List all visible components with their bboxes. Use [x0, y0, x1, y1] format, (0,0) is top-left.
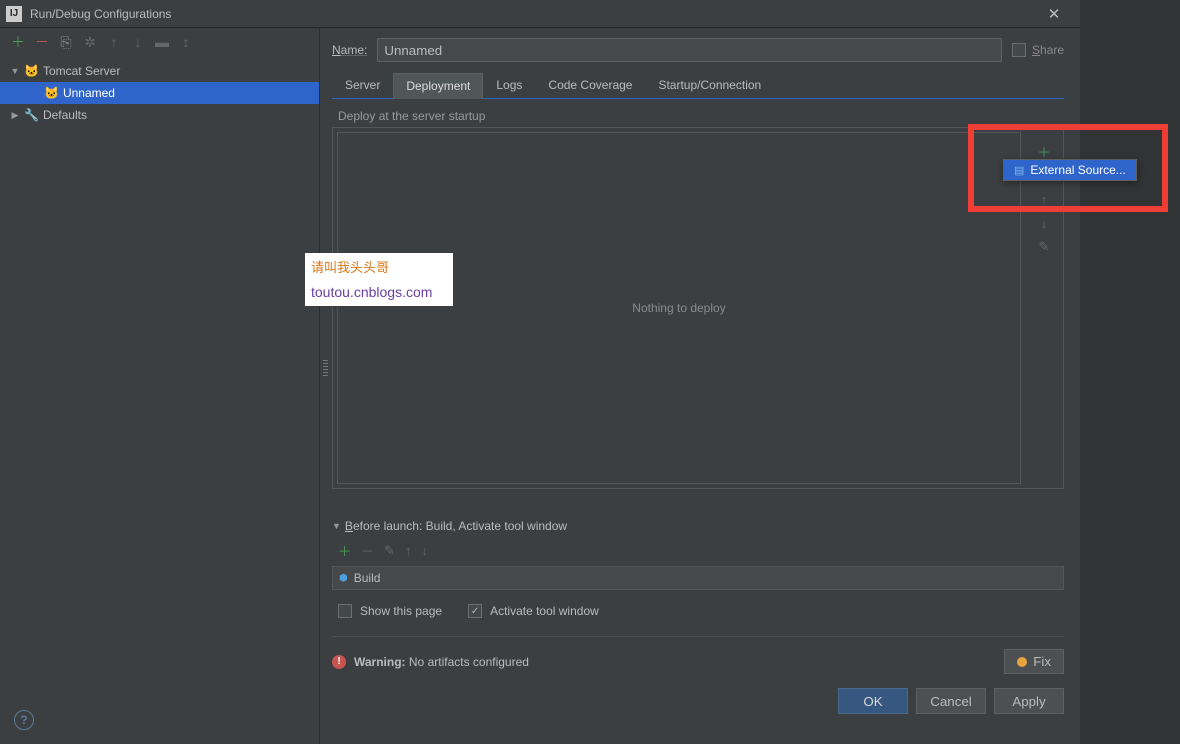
tree-label: Tomcat Server — [43, 64, 120, 78]
watermark-line2: toutou.cnblogs.com — [311, 284, 447, 300]
config-tree: ▼ 🐱 Tomcat Server 🐱 Unnamed ▶ 🔧 Defaults — [0, 56, 319, 126]
app-icon: IJ — [6, 6, 22, 22]
build-icon: ⬢ — [339, 573, 348, 584]
dialog-buttons: OK Cancel Apply — [332, 688, 1064, 714]
add-deployment-popup: ▤ External Source... — [1003, 159, 1137, 181]
bl-remove-icon[interactable]: － — [361, 541, 374, 560]
folder-icon[interactable]: ▬ — [154, 34, 170, 50]
show-page-label: Show this page — [360, 604, 442, 618]
fix-button[interactable]: Fix — [1004, 649, 1064, 674]
tab-code-coverage[interactable]: Code Coverage — [535, 72, 645, 98]
close-button[interactable]: ✕ — [1034, 0, 1074, 28]
splitter-handle[interactable] — [323, 360, 328, 376]
before-launch-header[interactable]: ▼ Before launch: Build, Activate tool wi… — [332, 519, 1064, 533]
tree-label: Defaults — [43, 108, 87, 122]
bulb-icon — [1017, 657, 1027, 667]
cancel-button[interactable]: Cancel — [916, 688, 986, 714]
deploy-down-icon[interactable]: ↓ — [1035, 214, 1053, 232]
deploy-list: Nothing to deploy — [337, 132, 1021, 484]
bl-add-icon[interactable]: ＋ — [338, 541, 351, 560]
bl-up-icon[interactable]: ↑ — [405, 543, 412, 558]
titlebar: IJ Run/Debug Configurations ✕ — [0, 0, 1080, 28]
add-icon[interactable]: ＋ — [10, 34, 26, 50]
bl-item-label: Build — [354, 571, 381, 585]
show-page-checkbox[interactable] — [338, 604, 352, 618]
name-label: Name: — [332, 43, 367, 57]
deploy-empty-label: Nothing to deploy — [632, 301, 725, 315]
up-icon[interactable]: ↑ — [106, 34, 122, 50]
before-launch-section: ▼ Before launch: Build, Activate tool wi… — [332, 519, 1064, 618]
expand-arrow-icon: ▼ — [10, 66, 20, 76]
tomcat-icon: 🐱 — [24, 64, 39, 78]
bl-down-icon[interactable]: ↓ — [421, 543, 428, 558]
copy-icon[interactable]: ⎘ — [58, 34, 74, 50]
deploy-edit-icon[interactable]: ✎ — [1035, 238, 1053, 256]
deploy-area: Nothing to deploy ＋ － ↑ ↓ ✎ — [332, 127, 1064, 489]
bl-edit-icon[interactable]: ✎ — [384, 543, 395, 559]
warning-row: ! Warning: No artifacts configured Fix — [332, 636, 1064, 674]
settings-icon[interactable]: ✲ — [82, 34, 98, 50]
deploy-section-label: Deploy at the server startup — [338, 109, 1064, 123]
collapse-arrow-icon: ▼ — [332, 521, 341, 531]
tab-deployment[interactable]: Deployment — [393, 73, 483, 99]
before-launch-list[interactable]: ⬢ Build — [332, 566, 1064, 590]
help-button[interactable]: ? — [14, 710, 34, 730]
tab-server[interactable]: Server — [332, 72, 393, 98]
run-debug-dialog: IJ Run/Debug Configurations ✕ ＋ － ⎘ ✲ ↑ … — [0, 0, 1080, 744]
activate-checkbox[interactable]: ✓ — [468, 604, 482, 618]
name-input[interactable] — [377, 38, 1002, 62]
tree-label: Unnamed — [63, 86, 115, 100]
warning-icon: ! — [332, 655, 346, 669]
sort-icon[interactable]: ↕ — [178, 34, 194, 50]
tomcat-icon: 🐱 — [44, 86, 59, 100]
deploy-toolbar: ＋ － ↑ ↓ ✎ — [1029, 132, 1059, 484]
tree-tomcat-server[interactable]: ▼ 🐱 Tomcat Server — [0, 60, 319, 82]
archive-icon: ▤ — [1014, 164, 1024, 177]
remove-icon[interactable]: － — [34, 34, 50, 50]
tab-startup-connection[interactable]: Startup/Connection — [645, 72, 774, 98]
sidebar: ＋ － ⎘ ✲ ↑ ↓ ▬ ↕ ▼ 🐱 Tomcat Server 🐱 Unna… — [0, 28, 320, 744]
down-icon[interactable]: ↓ — [130, 34, 146, 50]
tree-defaults[interactable]: ▶ 🔧 Defaults — [0, 104, 319, 126]
watermark-line1: 请叫我头头哥 — [311, 257, 447, 276]
share-checkbox[interactable] — [1012, 43, 1026, 57]
tree-unnamed[interactable]: 🐱 Unnamed — [0, 82, 319, 104]
activate-label: Activate tool window — [490, 604, 599, 618]
tab-bar: Server Deployment Logs Code Coverage Sta… — [332, 72, 1064, 99]
ok-button[interactable]: OK — [838, 688, 908, 714]
share-label: Share — [1032, 43, 1064, 57]
window-title: Run/Debug Configurations — [30, 7, 1034, 21]
watermark: 请叫我头头哥 toutou.cnblogs.com — [305, 253, 453, 306]
background-panel — [1080, 0, 1180, 744]
deploy-add-icon[interactable]: ＋ — [1035, 142, 1053, 160]
tab-logs[interactable]: Logs — [483, 72, 535, 98]
wrench-icon: 🔧 — [24, 108, 39, 122]
sidebar-toolbar: ＋ － ⎘ ✲ ↑ ↓ ▬ ↕ — [0, 28, 319, 56]
warning-text: Warning: No artifacts configured — [354, 655, 529, 669]
popup-external-source[interactable]: ▤ External Source... — [1004, 160, 1136, 180]
apply-button[interactable]: Apply — [994, 688, 1064, 714]
deploy-up-icon[interactable]: ↑ — [1035, 190, 1053, 208]
expand-arrow-icon: ▶ — [10, 110, 20, 121]
content-panel: Name: Share Server Deployment Logs Code … — [320, 28, 1080, 744]
